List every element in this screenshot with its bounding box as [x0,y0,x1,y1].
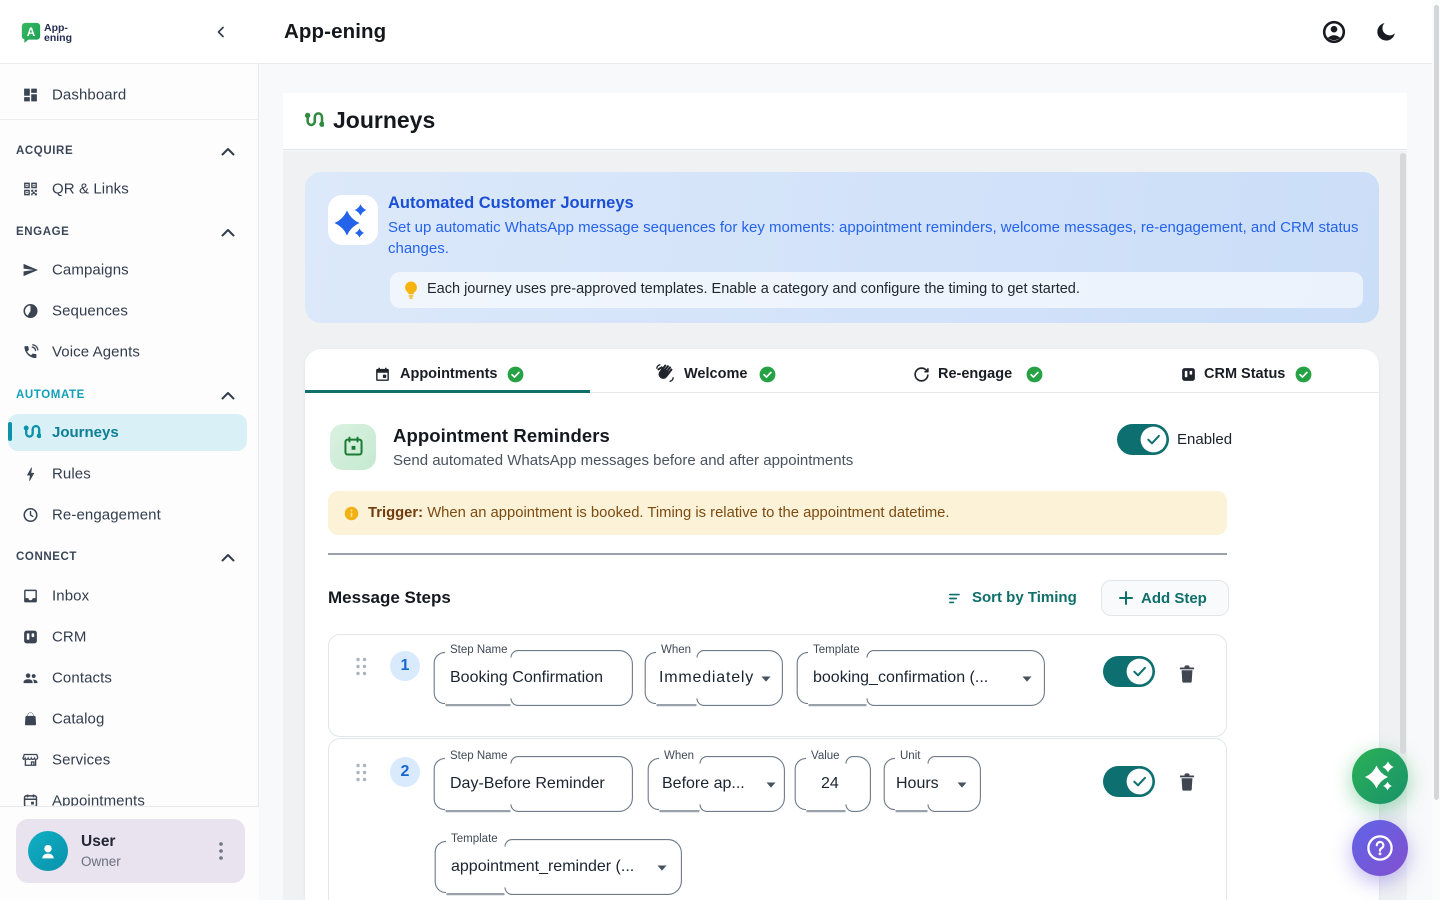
svg-text:A: A [27,26,36,39]
